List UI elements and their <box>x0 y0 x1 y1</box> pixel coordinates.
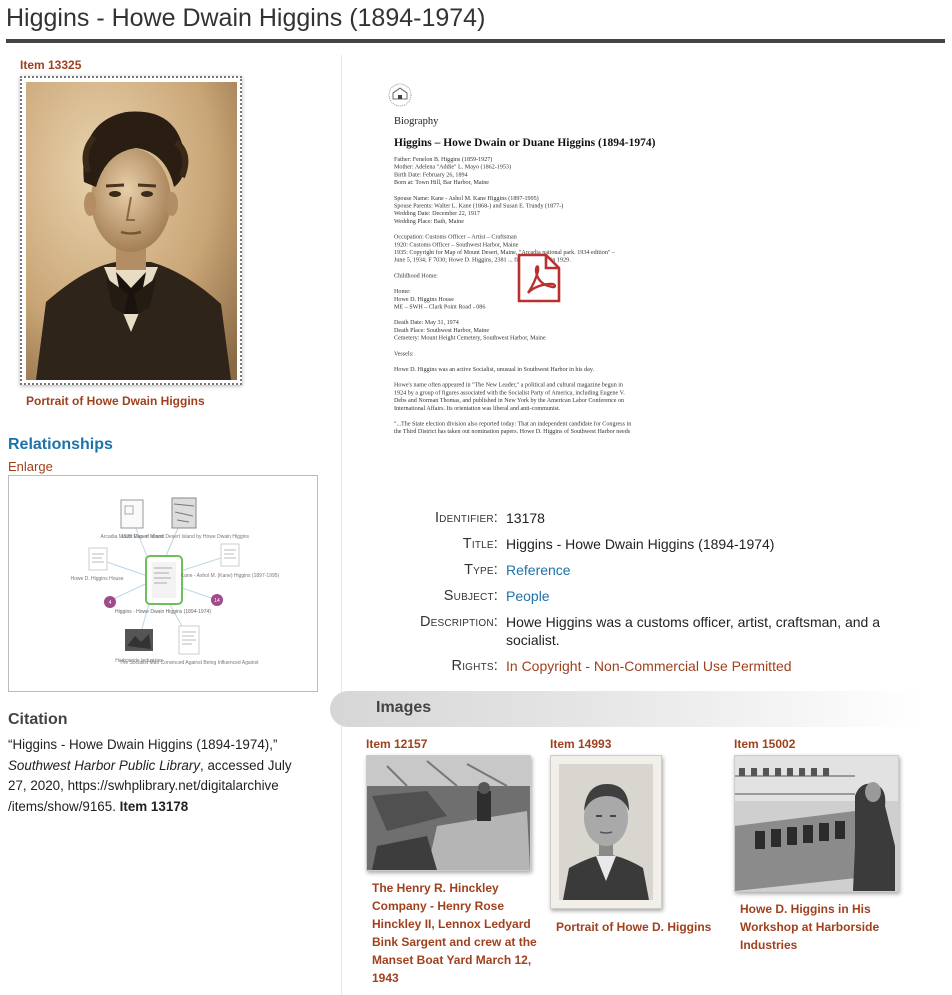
doc-line: 1935: Copyright for Map of Mount Desert,… <box>394 249 616 256</box>
doc-line: Death Place: Southwest Harbor, Maine <box>394 328 489 334</box>
image-item-2-thumbnail[interactable] <box>550 755 662 909</box>
doc-line: Death Date: May 31, 1974 <box>394 320 459 326</box>
graph-badge-right-label: 14 <box>214 598 220 604</box>
doc-line: ME – SWH – Clark Point Road - 086 <box>394 305 485 311</box>
citation-text: “Higgins - Howe Dwain Higgins (1894-1974… <box>8 735 308 817</box>
rights-label: Rights: <box>451 658 498 674</box>
doc-line: Debs and Norman Thomas, and published in… <box>394 397 624 404</box>
rights-link[interactable]: In Copyright - Non-Commercial Use Permit… <box>506 657 920 675</box>
metadata-row-type: Type: Reference <box>360 561 920 579</box>
graph-node-right[interactable]: Kane - Ashol M. (Kane) Higgins (1897-199… <box>181 543 280 579</box>
main-portrait-caption-link[interactable]: Portrait of Howe Dwain Higgins <box>26 394 205 408</box>
column-divider <box>341 55 342 995</box>
title-divider <box>6 39 945 43</box>
graph-node-left-label: Howe D. Higgins House <box>70 576 123 582</box>
graph-badge-right[interactable]: 14 <box>211 594 223 606</box>
type-label: Type: <box>464 562 498 578</box>
doc-line: Vessels: <box>394 351 414 357</box>
main-portrait-image[interactable] <box>26 82 237 380</box>
relationships-heading: Relationships <box>8 436 113 453</box>
image-item-2-caption[interactable]: Portrait of Howe D. Higgins <box>556 918 726 936</box>
metadata-row-title: Title: Higgins - Howe Dwain Higgins (189… <box>360 535 920 553</box>
citation-quote: “Higgins - Howe Dwain Higgins (1894-1974… <box>8 737 278 752</box>
type-link[interactable]: Reference <box>506 561 920 579</box>
doc-heading: Biography <box>394 116 439 127</box>
relationship-graph[interactable]: Higgins - Howe Dwain Higgins (1894-1974)… <box>8 475 318 692</box>
page-title: Higgins - Howe Dwain Higgins (1894-1974) <box>6 4 486 32</box>
graph-badge-left[interactable]: 4 <box>104 596 116 608</box>
image-item-1-caption[interactable]: The Henry R. Hinckley Company - Henry Ro… <box>372 879 542 987</box>
doc-line: Howe D. Higgins House <box>394 297 454 303</box>
metadata-table: Identifier: 13178 Title: Higgins - Howe … <box>360 509 920 683</box>
doc-line: Cemetery: Mount Height Cemetery, Southwe… <box>394 336 546 342</box>
doc-line: Wedding Place: Bath, Maine <box>394 219 464 225</box>
metadata-row-description: Description: Howe Higgins was a customs … <box>360 613 920 649</box>
doc-line: Wedding Date: December 22, 1917 <box>394 211 480 217</box>
image-item-1-thumbnail[interactable] <box>366 755 531 871</box>
doc-line: Occupation: Customs Officer – Artist – C… <box>394 234 517 241</box>
title-value: Higgins - Howe Dwain Higgins (1894-1974) <box>506 536 775 552</box>
doc-line: International Affairs. Its orientation w… <box>394 405 561 412</box>
image-item-3-thumbnail[interactable] <box>734 755 899 892</box>
images-heading: Images <box>376 699 432 716</box>
citation-publisher: Southwest Harbor Public Library <box>8 757 201 773</box>
image-item-2-label[interactable]: Item 14993 <box>550 737 611 751</box>
subject-label: Subject: <box>443 588 498 604</box>
main-portrait-frame[interactable] <box>20 76 242 385</box>
identifier-label: Identifier: <box>434 510 498 526</box>
main-item-link[interactable]: Item 13325 <box>20 58 81 72</box>
doc-line: Spouse Name: Kane - Ashol M. Kane Higgin… <box>394 195 539 202</box>
doc-line: Mother: Adelena "Addie" L. Mayo (1862-19… <box>394 164 511 171</box>
description-value: Howe Higgins was a customs officer, arti… <box>506 614 881 648</box>
doc-line: Home: <box>394 289 411 295</box>
doc-line: Born at: Town Hill, Bar Harbor, Maine <box>394 180 489 186</box>
identifier-value: 13178 <box>506 510 545 526</box>
pdf-icon[interactable] <box>516 253 562 303</box>
doc-line: the Third District has taken out nominat… <box>394 428 631 435</box>
doc-line: Spouse Parents: Walter L. Kane (1868-) a… <box>394 203 563 210</box>
doc-line: Howe D. Higgins was an active Socialist,… <box>394 367 594 373</box>
title-label: Title: <box>462 536 498 552</box>
description-label: Description: <box>419 614 498 630</box>
metadata-row-subject: Subject: People <box>360 587 920 605</box>
graph-node-top-right-label: 1935 Map of Mount Desert Island by Howe … <box>121 534 250 540</box>
image-item-3-caption[interactable]: Howe D. Higgins in His Workshop at Harbo… <box>740 900 910 954</box>
graph-node-right-label: Kane - Ashol M. (Kane) Higgins (1897-199… <box>181 573 280 579</box>
doc-line: "...The State election division also rep… <box>394 421 631 428</box>
subject-link[interactable]: People <box>506 587 920 605</box>
graph-node-bottom-left[interactable]: Harborside Industries <box>115 629 163 664</box>
doc-line: 1924 by a group of figures associated wi… <box>394 389 625 396</box>
metadata-row-rights: Rights: In Copyright - Non-Commercial Us… <box>360 657 920 675</box>
enlarge-link[interactable]: Enlarge <box>8 459 53 474</box>
graph-node-bottom-right-label: The Socialist Man Convinced Against Bein… <box>120 660 260 666</box>
image-item-3-label[interactable]: Item 15002 <box>734 737 795 751</box>
graph-node-center-label: Higgins - Howe Dwain Higgins (1894-1974) <box>115 609 211 615</box>
doc-line: Howe's name often appeared in "The New L… <box>394 382 623 389</box>
citation-item: Item 13178 <box>119 798 189 814</box>
doc-line: Birth Date: February 26, 1894 <box>394 172 468 178</box>
doc-line: Childhood Home: <box>394 273 438 279</box>
citation-heading: Citation <box>8 711 68 728</box>
metadata-row-identifier: Identifier: 13178 <box>360 509 920 527</box>
graph-node-center[interactable]: Higgins - Howe Dwain Higgins (1894-1974) <box>115 555 211 615</box>
image-item-1-label[interactable]: Item 12157 <box>366 737 427 751</box>
doc-line: 1920: Customs Officer – Southwest Harbor… <box>394 241 519 248</box>
doc-line: Father: Fenelon B. Higgins (1859-1927) <box>394 156 492 163</box>
doc-title: Higgins – Howe Dwain or Duane Higgins (1… <box>394 137 656 149</box>
library-seal-icon <box>388 83 412 107</box>
graph-badge-left-label: 4 <box>109 600 112 606</box>
